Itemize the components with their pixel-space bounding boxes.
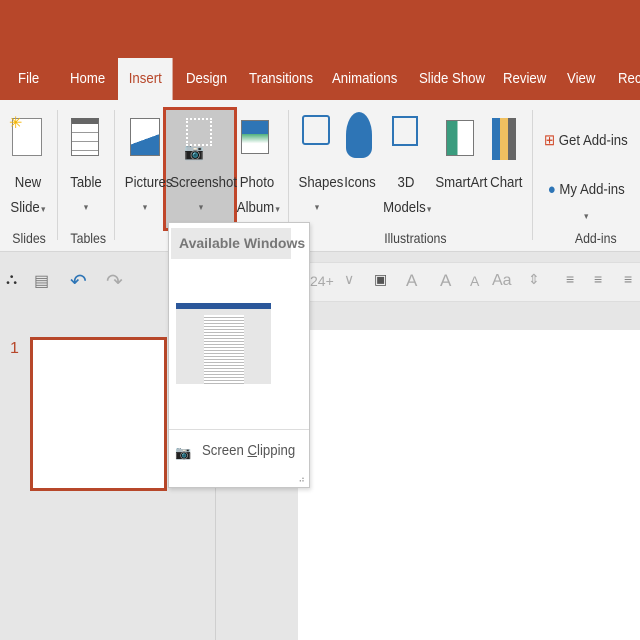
my-addins-button[interactable]: ● My Add-ins ▼ [544,177,628,229]
group-tables-label: Tables [70,230,107,246]
tab-animations[interactable]: Animations [332,58,397,100]
align-left-icon[interactable]: ≡ [566,271,574,287]
tab-recording[interactable]: Rec [618,58,640,100]
undo-icon[interactable]: ↶ [70,269,87,294]
available-windows-header: Available Windows [171,228,305,259]
shapes-icon [302,115,330,145]
new-slide-label2: Slide [10,199,40,216]
pictures-label: Pictures [124,174,173,191]
new-slide-icon: ✳ [9,115,42,156]
get-addins-button[interactable]: ⊞ Get Add-ins [544,128,628,153]
models-label: Models [383,199,426,216]
ribbon: ✳ New Slide▼ Table ▼ Pictures ▼ 📷 Screensho… [0,100,640,252]
tab-review[interactable]: Review [503,58,546,100]
tab-insert[interactable]: Insert [118,58,173,100]
screenshot-label: Screenshot [170,174,237,191]
font-color-icon[interactable]: A [406,271,417,291]
group-addins-label: Add-ins [574,230,617,246]
change-case-button[interactable]: Aa [492,272,512,290]
screen-clipping-item[interactable]: 📷 Screen Clipping [169,437,309,471]
text-box-icon[interactable]: ▣ [374,271,387,288]
new-slide-label: New [14,174,42,191]
tab-file[interactable]: File [18,58,39,100]
chart-label: Chart [490,174,523,191]
screenshot-dropdown: Available Windows 📷 Screen Clipping ⠴ [168,222,310,488]
tab-home[interactable]: Home [70,58,105,100]
get-addins-label: Get Add-ins [558,132,628,149]
group-illustrations-label: Illustrations [384,230,447,246]
grow-font-icon[interactable]: A [440,271,451,291]
hierarchy-icon[interactable]: ⛬ [6,271,17,289]
redo-icon[interactable]: ↷ [106,269,123,294]
slide-number: 1 [10,340,19,357]
table-label: Table [70,174,102,191]
3d-label: 3D [397,174,415,191]
screen-clipping-icon: 📷 [175,445,192,460]
screen-clipping-label: Screen Clipping [202,442,296,459]
tab-design[interactable]: Design [186,58,227,100]
font-size-field[interactable]: 24+ [310,273,334,289]
format-toolbar: 24+ ∨ ▣ A A A Aa ⇕ ≡ ≡ ≡ [298,262,640,302]
icons-icon [346,112,372,158]
group-slides-label: Slides [12,230,46,246]
resize-grip-icon[interactable]: ⠴ [298,474,305,485]
menu-separator [169,429,309,430]
tab-view[interactable]: View [567,58,595,100]
photo-album-label2: Album [236,199,275,216]
3d-models-icon [392,116,418,146]
slide-editor[interactable] [298,330,640,640]
store-icon: ⊞ [544,132,556,149]
line-spacing-icon[interactable]: ⇕ [528,271,540,288]
smartart-button[interactable]: SmartArt [435,170,488,195]
chevron-down-icon[interactable]: ∨ [344,271,354,288]
photo-album-icon [241,120,269,154]
icons-button[interactable]: Icons [344,170,376,195]
align-right-icon[interactable]: ≡ [624,271,632,287]
tab-slide-show[interactable]: Slide Show [419,58,485,100]
chart-button[interactable]: Chart [490,170,522,195]
window-thumbnail[interactable] [176,303,271,384]
pictures-icon [130,118,160,156]
table-button[interactable]: Table ▼ [70,170,102,220]
chart-icon [492,118,516,160]
my-addins-label: My Add-ins [559,181,625,198]
smartart-icon [446,120,474,156]
layout-icon[interactable]: ▤ [34,271,49,291]
pictures-button[interactable]: Pictures ▼ [124,170,173,220]
new-slide-button[interactable]: New Slide▼ [10,170,46,222]
icons-label: Icons [344,174,376,191]
camera-icon: 📷 [184,144,204,161]
table-icon [71,118,99,156]
photo-album-button[interactable]: Photo Album▼ [236,170,281,222]
shapes-label: Shapes [298,174,344,191]
align-center-icon[interactable]: ≡ [594,271,602,287]
screenshot-button[interactable]: Screenshot ▼ [170,170,237,220]
photo-album-label: Photo [239,174,275,191]
shrink-font-icon[interactable]: A [470,273,479,289]
slide-thumbnail[interactable] [30,337,167,491]
addins-icon: ● [547,181,556,198]
smartart-label: SmartArt [435,174,488,191]
shapes-button[interactable]: Shapes ▼ [298,170,344,220]
3d-models-button[interactable]: 3D Models▼ [383,170,433,222]
tab-transitions[interactable]: Transitions [249,58,313,100]
